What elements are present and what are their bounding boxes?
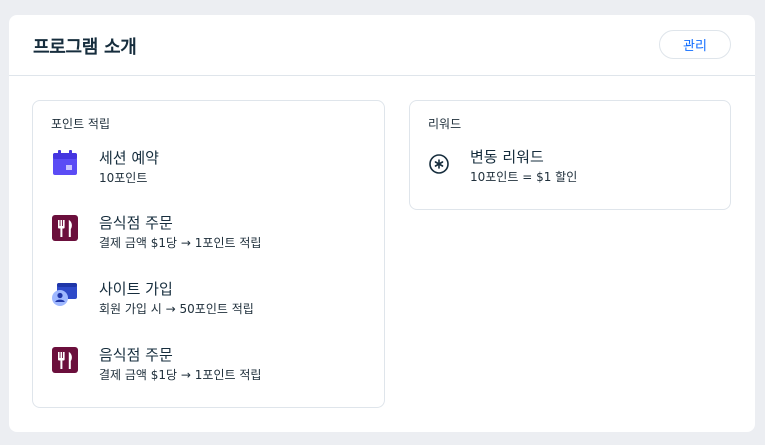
reward-item-title: 변동 리워드	[470, 148, 544, 166]
earn-points-title: 포인트 적립	[51, 117, 111, 131]
restaurant-icon	[51, 214, 79, 242]
program-intro-panel: 프로그램 소개 관리 포인트 적립 세션 예약 10포인트 음식점 주문 결제 …	[9, 15, 755, 432]
rewards-title: 리워드	[428, 117, 462, 131]
earn-item-restaurant-order: 음식점 주문 결제 금액 $1당 → 1포인트 적립	[51, 212, 371, 252]
earn-item-restaurant-order: 음식점 주문 결제 금액 $1당 → 1포인트 적립	[51, 344, 371, 384]
member-signup-icon	[51, 280, 79, 308]
earn-item-title: 음식점 주문	[99, 346, 173, 364]
panel-header: 프로그램 소개 관리	[9, 15, 755, 76]
earn-item-title: 사이트 가입	[99, 280, 173, 298]
earn-item-subtitle: 결제 금액 $1당 → 1포인트 적립	[99, 236, 262, 250]
earn-item-subtitle: 회원 가입 시 → 50포인트 적립	[99, 302, 254, 316]
rewards-card: 리워드 변동 리워드 10포인트 = $1 할인	[409, 100, 731, 210]
earn-item-subtitle: 10포인트	[99, 171, 148, 185]
page-title: 프로그램 소개	[33, 37, 137, 58]
earn-item-session-booking: 세션 예약 10포인트	[51, 147, 371, 187]
earn-points-card: 포인트 적립 세션 예약 10포인트 음식점 주문 결제 금액 $1당 → 1포…	[32, 100, 385, 408]
restaurant-icon	[51, 346, 79, 374]
earn-item-subtitle: 결제 금액 $1당 → 1포인트 적립	[99, 368, 262, 382]
manage-button[interactable]: 관리	[659, 30, 731, 59]
reward-star-icon	[428, 153, 450, 175]
reward-item-subtitle: 10포인트 = $1 할인	[470, 170, 578, 184]
reward-item-variable: 변동 리워드 10포인트 = $1 할인	[428, 146, 718, 186]
earn-item-title: 음식점 주문	[99, 214, 173, 232]
earn-item-title: 세션 예약	[99, 149, 159, 167]
calendar-icon	[51, 149, 79, 177]
earn-item-site-signup: 사이트 가입 회원 가입 시 → 50포인트 적립	[51, 278, 371, 318]
